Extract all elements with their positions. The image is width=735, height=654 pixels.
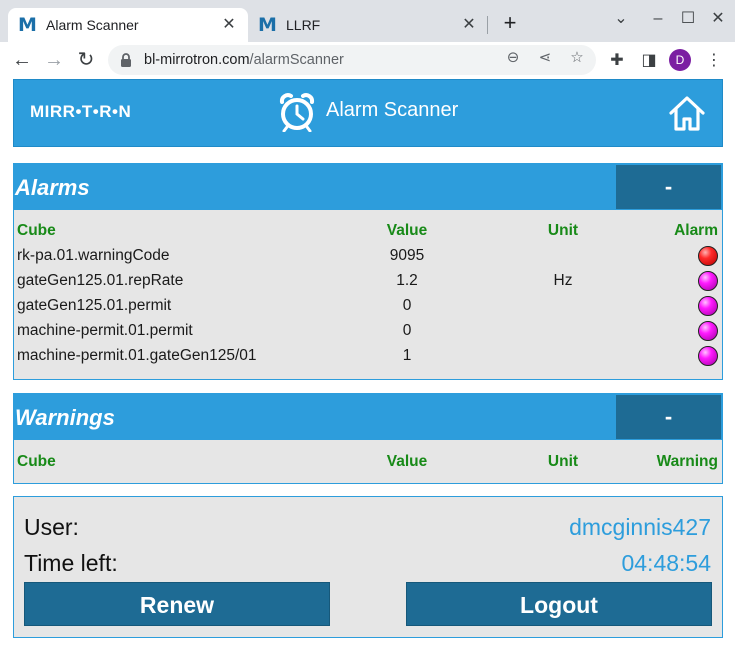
cube-name: rk-pa.01.warningCode [17, 247, 170, 264]
alarms-title: Alarms [15, 175, 90, 200]
warnings-collapse-button[interactable]: - [616, 395, 721, 439]
forward-arrow-icon[interactable]: → [42, 48, 66, 72]
cube-unit: Hz [553, 272, 573, 289]
user-label: User: [24, 514, 79, 540]
alarms-column-headers: Cube Value Unit Alarm [14, 218, 722, 243]
alarm-row: machine-permit.01.permit 0 [14, 318, 722, 343]
back-arrow-icon[interactable]: ← [10, 48, 34, 72]
alarm-row: rk-pa.01.warningCode 9095 [14, 243, 722, 268]
warnings-column-headers: Cube Value Unit Warning [14, 449, 722, 474]
more-menu-icon[interactable]: ⋮ [704, 51, 724, 71]
close-tab-icon[interactable]: ✕ [460, 16, 478, 34]
browser-tab-alarm-scanner[interactable]: M Alarm Scanner ✕ [8, 8, 248, 42]
alarm-row: gateGen125.01.repRate 1.2 Hz [14, 268, 722, 293]
cube-name: gateGen125.01.repRate [17, 272, 184, 289]
home-icon[interactable] [667, 93, 707, 133]
column-header-cube: Cube [17, 222, 56, 239]
cube-value: 1 [402, 347, 412, 364]
column-header-value: Value [386, 222, 428, 239]
column-header-alarm: Alarm [674, 222, 718, 239]
column-header-unit: Unit [547, 453, 579, 470]
alarms-collapse-button[interactable]: - [616, 165, 721, 209]
extensions-puzzle-icon[interactable]: ✚ [607, 51, 627, 71]
url-path: /alarmScanner [249, 52, 344, 68]
alarm-row: gateGen125.01.permit 0 [14, 293, 722, 318]
cube-value: 1.2 [396, 272, 418, 289]
cube-name: machine-permit.01.gateGen125/01 [17, 347, 257, 364]
close-window-icon[interactable]: ✕ [707, 8, 729, 30]
profile-avatar[interactable]: D [669, 49, 691, 71]
share-icon[interactable]: ⋖ [535, 48, 555, 68]
cube-value: 9095 [389, 247, 425, 264]
url-host: bl-mirrotron.com [144, 52, 250, 68]
app-header: MIRR•T•R•N Alarm Scanner [13, 79, 723, 147]
column-header-value: Value [386, 453, 428, 470]
zoom-icon[interactable]: ⊖ [503, 48, 523, 68]
app-favicon-icon: M [18, 14, 37, 36]
alarm-led-icon [698, 321, 718, 341]
renew-button[interactable]: Renew [24, 582, 330, 626]
cube-name: gateGen125.01.permit [17, 297, 172, 314]
alarm-led-icon [698, 346, 718, 366]
warnings-panel: Warnings - Cube Value Unit Warning [13, 393, 723, 484]
maximize-icon[interactable]: ☐ [677, 8, 699, 30]
cube-value: 0 [402, 322, 412, 339]
lock-icon [121, 53, 131, 67]
warnings-panel-header: Warnings - [14, 394, 722, 440]
app-favicon-icon: M [258, 14, 277, 36]
cube-value: 0 [402, 297, 412, 314]
column-header-unit: Unit [547, 222, 579, 239]
tab-search-icon[interactable]: ⌄ [610, 8, 632, 30]
alarm-row: machine-permit.01.gateGen125/01 1 [14, 343, 722, 368]
tab-title: Alarm Scanner [46, 17, 139, 33]
alarm-led-icon [698, 296, 718, 316]
alarms-panel-header: Alarms - [14, 164, 722, 210]
alarm-clock-icon [279, 93, 315, 132]
new-tab-button[interactable]: + [498, 12, 522, 36]
browser-toolbar: ← → ↻ bl-mirrotron.com/alarmScanner ⊖ ⋖ … [0, 42, 735, 78]
reload-icon[interactable]: ↻ [74, 48, 98, 72]
column-header-warning: Warning [656, 453, 718, 470]
browser-tab-llrf[interactable]: M LLRF ✕ [248, 8, 488, 42]
tab-divider [487, 16, 488, 34]
alarm-led-icon [698, 271, 718, 291]
warnings-title: Warnings [15, 405, 115, 430]
minimize-icon[interactable]: – [647, 8, 669, 30]
time-left-label: Time left: [24, 550, 118, 576]
cube-name: machine-permit.01.permit [17, 322, 193, 339]
alarms-panel: Alarms - Cube Value Unit Alarm rk-pa.01.… [13, 163, 723, 380]
bookmark-star-icon[interactable]: ☆ [567, 48, 587, 68]
page-title: Alarm Scanner [326, 99, 459, 121]
username: dmcginnis427 [569, 514, 711, 540]
time-left-value: 04:48:54 [621, 550, 711, 576]
session-panel: User: dmcginnis427 Time left: 04:48:54 R… [13, 496, 723, 638]
tab-title: LLRF [286, 17, 321, 33]
side-panel-icon[interactable]: ◨ [639, 51, 659, 71]
alarm-led-icon [698, 246, 718, 266]
mirrotron-logo: MIRR•T•R•N [30, 102, 132, 121]
close-tab-icon[interactable]: ✕ [220, 16, 238, 34]
browser-tab-strip: M Alarm Scanner ✕ M LLRF ✕ + ⌄ – ☐ ✕ [0, 0, 735, 42]
logout-button[interactable]: Logout [406, 582, 712, 626]
column-header-cube: Cube [17, 453, 56, 470]
